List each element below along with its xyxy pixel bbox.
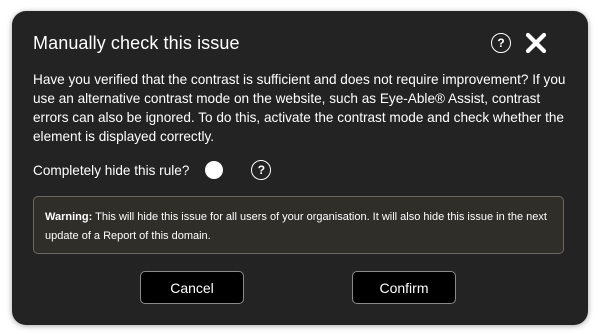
dialog-title: Manually check this issue xyxy=(33,33,240,53)
close-icon[interactable] xyxy=(524,32,548,54)
cancel-button[interactable]: Cancel xyxy=(140,271,244,304)
dialog-description: Have you verified that the contrast is s… xyxy=(33,72,566,144)
close-x-icon xyxy=(525,32,547,54)
hide-rule-label: Completely hide this rule? xyxy=(33,162,190,178)
confirm-button[interactable]: Confirm xyxy=(352,271,456,304)
warning-text: This will hide this issue for all users … xyxy=(45,211,547,242)
help-glyph: ? xyxy=(257,163,266,177)
manual-check-dialog: Manually check this issue ? Have you ver… xyxy=(12,11,588,325)
hide-rule-help-icon[interactable]: ? xyxy=(251,160,272,180)
hide-rule-toggle[interactable] xyxy=(205,161,224,179)
question-circle-icon[interactable]: ? xyxy=(491,33,511,53)
hide-rule-row: Completely hide this rule? ? xyxy=(33,159,272,181)
help-glyph: ? xyxy=(497,36,505,50)
warning-label: Warning: xyxy=(45,211,93,223)
warning-box: Warning: This will hide this issue for a… xyxy=(33,196,564,254)
